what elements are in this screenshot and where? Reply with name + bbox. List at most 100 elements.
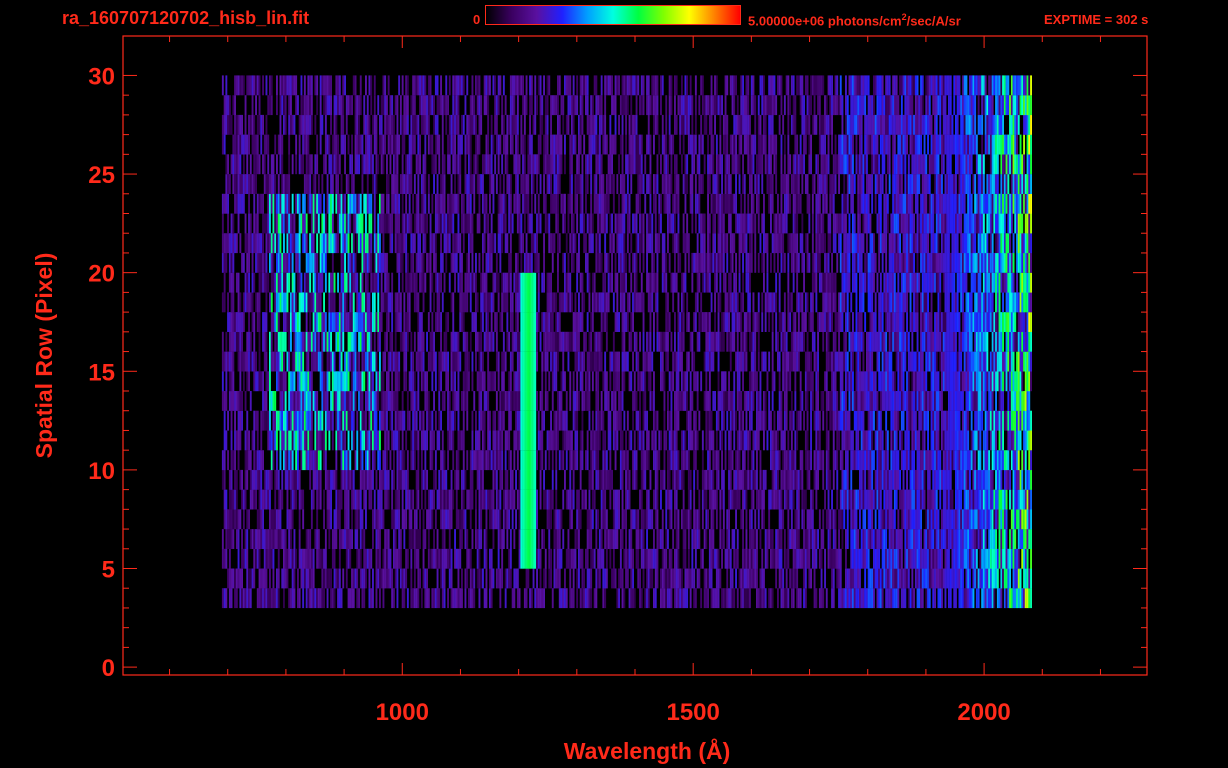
heatmap-cell — [429, 489, 432, 510]
heatmap-cell — [789, 371, 792, 392]
heatmap-cell — [906, 450, 908, 471]
heatmap-cell — [1021, 469, 1024, 490]
heatmap-cell — [668, 548, 671, 569]
heatmap-cell — [419, 529, 421, 549]
heatmap-cell — [900, 391, 903, 411]
heatmap-cell — [930, 548, 933, 569]
heatmap-cell — [448, 489, 451, 510]
heatmap-cell — [1007, 351, 1010, 372]
heatmap-cell — [986, 312, 989, 332]
heatmap-cell — [625, 351, 627, 372]
heatmap-cell — [881, 331, 884, 352]
heatmap-cell — [820, 568, 823, 589]
heatmap-cell — [845, 588, 847, 609]
heatmap-cell — [738, 489, 741, 510]
heatmap-cell — [881, 391, 884, 411]
heatmap-cell — [726, 529, 729, 549]
heatmap-cell — [986, 351, 989, 372]
heatmap-cell — [461, 312, 463, 332]
heatmap-cell — [398, 450, 401, 471]
heatmap-cell — [516, 450, 519, 471]
heatmap-cell — [783, 391, 786, 411]
heatmap-cell — [279, 410, 282, 431]
heatmap-cell — [274, 430, 277, 451]
heatmap-cell — [459, 509, 462, 530]
heatmap-cell — [694, 509, 697, 530]
heatmap-cell — [483, 371, 486, 392]
heatmap-cell — [967, 331, 970, 352]
heatmap-cell — [838, 312, 840, 332]
heatmap-cell — [309, 588, 312, 609]
heatmap-cell — [951, 410, 954, 431]
heatmap-cell — [228, 588, 231, 609]
heatmap-cell — [452, 371, 455, 392]
heatmap-cell — [499, 568, 502, 589]
heatmap-cell — [373, 450, 376, 471]
heatmap-cell — [1009, 410, 1011, 431]
heatmap-cell — [663, 331, 666, 352]
heatmap-cell — [478, 391, 481, 411]
heatmap-cell — [873, 489, 875, 510]
heatmap-cell — [984, 450, 987, 471]
heatmap-cell — [548, 548, 551, 569]
heatmap-cell — [745, 331, 748, 352]
heatmap-cell — [1002, 529, 1004, 549]
heatmap-cell — [733, 529, 736, 549]
heatmap-cell — [806, 391, 809, 411]
heatmap-cell — [855, 410, 858, 431]
heatmap-cell — [714, 450, 716, 471]
heatmap-cell — [846, 469, 849, 490]
heatmap-cell — [780, 410, 783, 431]
heatmap-cell — [426, 568, 428, 589]
heatmap-cell — [1024, 568, 1027, 589]
heatmap-cell — [1028, 331, 1031, 352]
heatmap-cell — [719, 489, 722, 510]
heatmap-cell — [583, 351, 586, 372]
heatmap-cell — [274, 469, 277, 490]
heatmap-cell — [738, 568, 741, 589]
heatmap-cell — [958, 469, 961, 490]
heatmap-cell — [331, 548, 334, 569]
heatmap-cell — [1009, 371, 1011, 392]
heatmap-cell — [1021, 351, 1024, 372]
heatmap-cell — [738, 410, 741, 431]
heatmap-cell — [515, 469, 517, 490]
heatmap-cell — [480, 371, 483, 392]
heatmap-cell — [834, 371, 837, 392]
heatmap-cell — [1012, 529, 1015, 549]
heatmap-cell — [900, 489, 903, 510]
heatmap-cell — [827, 391, 830, 411]
heatmap-cell — [398, 529, 401, 549]
heatmap-cell — [777, 351, 779, 372]
heatmap-cell — [927, 469, 929, 490]
heatmap-cell — [633, 391, 636, 411]
heatmap-cell — [237, 509, 240, 530]
heatmap-cell — [464, 568, 467, 589]
heatmap-cell — [1028, 489, 1031, 510]
heatmap-cell — [995, 430, 997, 451]
heatmap-cell — [358, 312, 360, 332]
heatmap-cell — [354, 450, 357, 471]
heatmap-cell — [764, 410, 767, 431]
heatmap-cell — [598, 469, 601, 490]
heatmap-cell — [1012, 391, 1015, 411]
heatmap-cell — [750, 548, 753, 569]
heatmap-cell — [262, 509, 264, 530]
heatmap-cell — [920, 588, 922, 609]
heatmap-cell — [539, 489, 542, 510]
heatmap-cell — [255, 351, 257, 372]
heatmap-cell — [283, 351, 285, 372]
heatmap-cell — [543, 489, 545, 510]
heatmap-cell — [1024, 430, 1027, 451]
heatmap-cell — [899, 529, 901, 549]
heatmap-cell — [892, 588, 895, 609]
heatmap-cell — [707, 450, 709, 471]
heatmap-cell — [740, 410, 743, 431]
heatmap-cell — [297, 351, 299, 372]
heatmap-cell — [536, 489, 538, 510]
heatmap-cell — [920, 351, 922, 372]
heatmap-cell — [794, 469, 797, 490]
heatmap-cell — [579, 312, 582, 332]
heatmap-cell — [888, 331, 891, 352]
heatmap-cell — [578, 548, 580, 569]
